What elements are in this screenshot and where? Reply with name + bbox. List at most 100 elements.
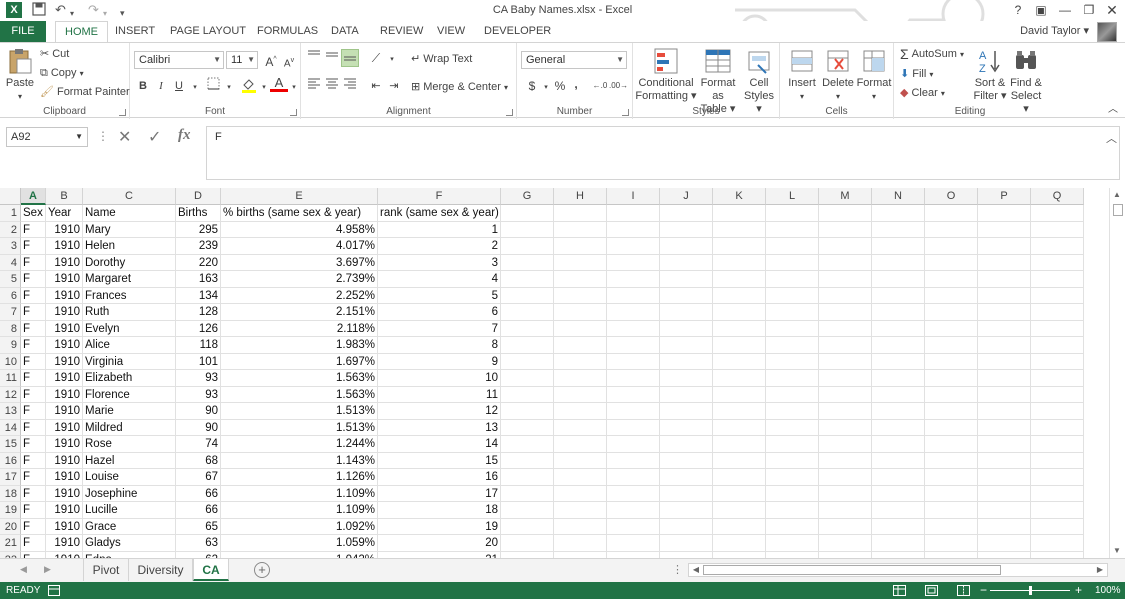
table-cell[interactable] <box>766 452 819 469</box>
font-name-combo[interactable]: Calibri ▼ <box>134 51 224 69</box>
table-cell[interactable] <box>713 238 766 255</box>
table-cell[interactable]: Dorothy <box>83 254 176 271</box>
ribbon-display-options-icon[interactable]: ▣ <box>1030 2 1052 18</box>
table-cell[interactable] <box>872 238 925 255</box>
table-cell[interactable] <box>554 271 607 288</box>
comma-button[interactable]: , <box>567 75 585 93</box>
row-header[interactable]: 5 <box>0 271 21 288</box>
table-cell[interactable] <box>1031 353 1084 370</box>
table-cell[interactable]: 1.109% <box>221 502 378 519</box>
table-cell[interactable] <box>872 485 925 502</box>
help-button[interactable]: ? <box>1007 2 1029 18</box>
table-cell[interactable] <box>1031 337 1084 354</box>
table-cell[interactable] <box>501 386 554 403</box>
tab-view[interactable]: VIEW <box>428 21 474 42</box>
sheet-nav-next-icon[interactable]: ▶ <box>44 564 51 575</box>
table-cell[interactable]: 1910 <box>46 353 83 370</box>
table-cell[interactable] <box>978 221 1031 238</box>
table-cell[interactable] <box>978 238 1031 255</box>
table-cell[interactable] <box>1031 370 1084 387</box>
table-cell[interactable]: Elizabeth <box>83 370 176 387</box>
vertical-scrollbar[interactable]: ▲ ▼ <box>1109 188 1125 558</box>
table-cell[interactable] <box>554 419 607 436</box>
table-cell[interactable] <box>978 320 1031 337</box>
redo-dropdown-icon[interactable]: ▾ <box>103 6 107 22</box>
column-header-a[interactable]: A <box>21 188 46 205</box>
align-middle-icon[interactable] <box>323 49 341 67</box>
column-header-b[interactable]: B <box>46 188 83 205</box>
table-cell[interactable] <box>978 287 1031 304</box>
table-cell[interactable] <box>872 502 925 519</box>
column-header-g[interactable]: G <box>501 188 554 205</box>
table-cell[interactable] <box>660 535 713 552</box>
table-cell[interactable] <box>554 452 607 469</box>
table-cell[interactable] <box>978 469 1031 486</box>
table-cell[interactable] <box>607 403 660 420</box>
table-cell[interactable]: F <box>21 436 46 453</box>
table-cell[interactable] <box>1031 469 1084 486</box>
header-cell[interactable]: Births <box>176 205 221 222</box>
table-cell[interactable] <box>713 518 766 535</box>
table-cell[interactable]: 2 <box>378 238 501 255</box>
table-cell[interactable] <box>978 403 1031 420</box>
table-cell[interactable]: 12 <box>378 403 501 420</box>
table-cell[interactable]: 1.513% <box>221 403 378 420</box>
table-cell[interactable]: 1910 <box>46 287 83 304</box>
table-cell[interactable] <box>607 221 660 238</box>
table-cell[interactable]: Gladys <box>83 535 176 552</box>
table-cell[interactable]: 18 <box>378 502 501 519</box>
table-cell[interactable] <box>501 535 554 552</box>
table-cell[interactable] <box>766 419 819 436</box>
table-cell[interactable]: 17 <box>378 485 501 502</box>
table-cell[interactable] <box>925 254 978 271</box>
table-cell[interactable] <box>554 353 607 370</box>
table-cell[interactable]: F <box>21 304 46 321</box>
table-cell[interactable]: F <box>21 221 46 238</box>
header-cell[interactable] <box>554 205 607 222</box>
copy-button[interactable]: ⧉ Copy ▾ <box>40 66 84 81</box>
table-cell[interactable]: F <box>21 287 46 304</box>
table-cell[interactable] <box>1031 403 1084 420</box>
table-cell[interactable]: 1.059% <box>221 535 378 552</box>
table-cell[interactable] <box>660 436 713 453</box>
table-cell[interactable]: 1910 <box>46 221 83 238</box>
table-cell[interactable] <box>819 485 872 502</box>
table-cell[interactable] <box>872 320 925 337</box>
increase-decimal-icon[interactable]: ←.0 <box>591 77 609 95</box>
table-cell[interactable] <box>607 304 660 321</box>
align-left-icon[interactable] <box>305 77 323 95</box>
table-cell[interactable] <box>501 287 554 304</box>
table-cell[interactable] <box>713 337 766 354</box>
table-cell[interactable] <box>978 535 1031 552</box>
column-header-c[interactable]: C <box>83 188 176 205</box>
table-cell[interactable] <box>925 436 978 453</box>
header-cell[interactable]: % births (same sex & year) <box>221 205 378 222</box>
table-cell[interactable] <box>660 221 713 238</box>
scroll-down-icon[interactable]: ▼ <box>1110 546 1124 555</box>
table-cell[interactable] <box>501 419 554 436</box>
table-cell[interactable] <box>925 238 978 255</box>
table-cell[interactable]: F <box>21 337 46 354</box>
table-cell[interactable] <box>660 353 713 370</box>
header-cell[interactable] <box>660 205 713 222</box>
table-cell[interactable]: F <box>21 370 46 387</box>
table-cell[interactable]: 295 <box>176 221 221 238</box>
table-cell[interactable] <box>1031 419 1084 436</box>
table-cell[interactable] <box>713 386 766 403</box>
row-header[interactable]: 15 <box>0 436 21 453</box>
table-cell[interactable]: 66 <box>176 485 221 502</box>
zoom-level[interactable]: 100% <box>1095 582 1121 599</box>
header-cell[interactable] <box>872 205 925 222</box>
restore-button[interactable]: ❐ <box>1078 2 1100 18</box>
table-cell[interactable]: Alice <box>83 337 176 354</box>
table-cell[interactable] <box>660 370 713 387</box>
table-cell[interactable] <box>554 436 607 453</box>
table-cell[interactable] <box>554 502 607 519</box>
table-cell[interactable] <box>925 419 978 436</box>
undo-icon[interactable]: ↶ <box>55 2 66 18</box>
header-cell[interactable]: rank (same sex & year) <box>378 205 501 222</box>
table-cell[interactable] <box>607 469 660 486</box>
table-cell[interactable] <box>713 320 766 337</box>
table-cell[interactable] <box>819 518 872 535</box>
column-header-h[interactable]: H <box>554 188 607 205</box>
